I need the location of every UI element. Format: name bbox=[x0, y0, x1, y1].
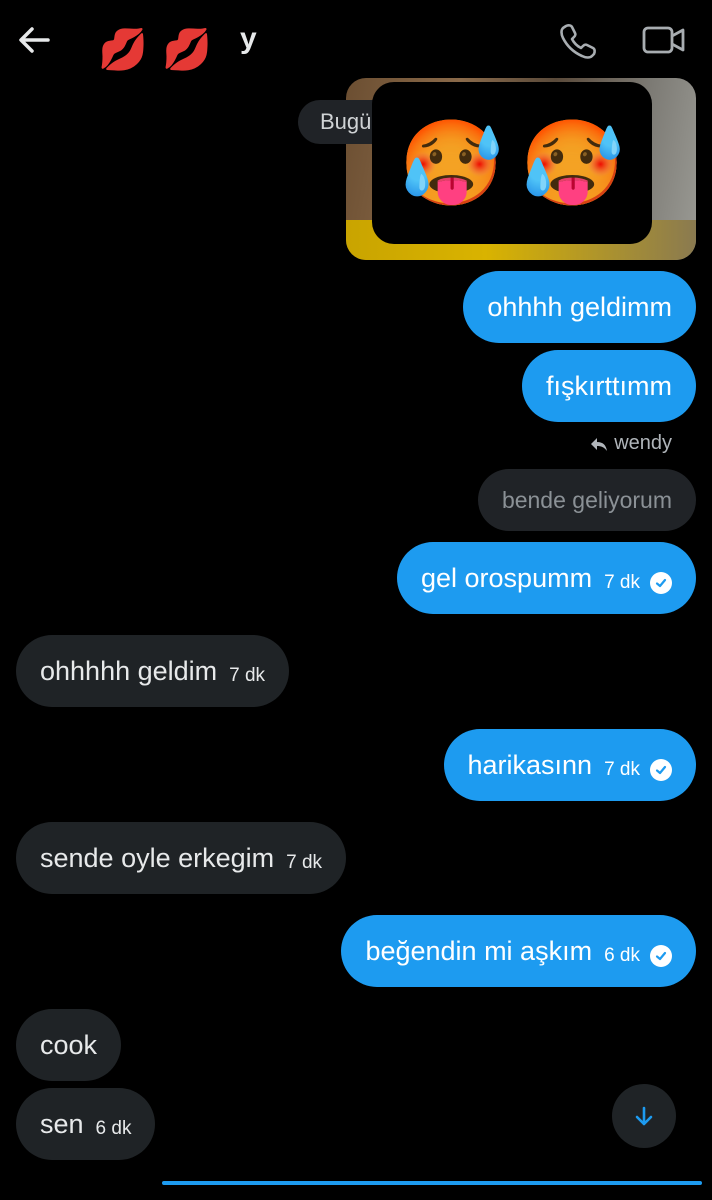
video-camera-icon bbox=[642, 26, 685, 54]
received-message[interactable]: sen 6 dk bbox=[16, 1088, 156, 1160]
quoted-text: bende geliyorum bbox=[501, 486, 672, 513]
message-text: fışkırttımm bbox=[546, 370, 672, 401]
hot-face-emoji: 🥵 bbox=[399, 114, 504, 212]
message-text: ohhhh geldimm bbox=[487, 291, 672, 322]
video-call-button[interactable] bbox=[640, 20, 688, 60]
contact-name-emoji[interactable]: 💋 bbox=[162, 28, 212, 72]
message-text: sende oyle erkegim bbox=[40, 842, 275, 873]
composer-edge bbox=[162, 1181, 702, 1185]
back-button[interactable] bbox=[14, 22, 58, 58]
read-check-icon bbox=[650, 759, 672, 781]
message-text: sen bbox=[40, 1108, 84, 1139]
received-message[interactable]: cook bbox=[16, 1009, 122, 1081]
reply-indicator: wendy bbox=[590, 432, 672, 455]
reply-to-name: wendy bbox=[614, 432, 672, 454]
contact-name-text[interactable]: y bbox=[240, 22, 257, 56]
message-time: 6 dk bbox=[604, 945, 640, 966]
message-time: 7 dk bbox=[604, 759, 640, 780]
sent-message[interactable]: beğendin mi aşkım 6 dk bbox=[341, 915, 696, 987]
message-text: gel orospumm bbox=[421, 562, 593, 593]
voice-call-button[interactable] bbox=[556, 20, 600, 60]
reply-arrow-icon bbox=[591, 437, 608, 451]
sent-message[interactable]: gel orospumm 7 dk bbox=[397, 542, 696, 614]
message-text: ohhhhh geldim bbox=[40, 655, 218, 686]
message-text: cook bbox=[40, 1029, 98, 1060]
message-text: harikasınn bbox=[467, 749, 593, 780]
message-time: 7 dk bbox=[229, 665, 266, 686]
hot-face-emoji: 🥵 bbox=[520, 114, 625, 212]
arrow-left-icon bbox=[19, 27, 50, 53]
sent-message[interactable]: ohhhh geldimm bbox=[463, 271, 696, 343]
message-time: 7 dk bbox=[286, 852, 323, 873]
message-time: 7 dk bbox=[604, 572, 640, 593]
message-time: 6 dk bbox=[95, 1118, 132, 1139]
quoted-message[interactable]: bende geliyorum bbox=[477, 469, 696, 531]
sent-message[interactable]: harikasınn 7 dk bbox=[443, 729, 696, 801]
phone-icon bbox=[560, 24, 596, 59]
read-check-icon bbox=[650, 572, 672, 594]
sent-message[interactable]: fışkırttımm bbox=[522, 350, 696, 422]
scroll-to-bottom-button[interactable] bbox=[612, 1084, 676, 1148]
read-check-icon bbox=[650, 945, 672, 967]
received-message[interactable]: ohhhhh geldim 7 dk bbox=[16, 635, 290, 707]
received-message[interactable]: sende oyle erkegim 7 dk bbox=[16, 822, 347, 894]
message-text: beğendin mi aşkım bbox=[365, 935, 593, 966]
arrow-down-icon bbox=[635, 1106, 653, 1126]
emoji-sticker-overlay: 🥵 🥵 bbox=[372, 82, 652, 244]
contact-name-emoji[interactable]: 💋 bbox=[98, 28, 148, 72]
